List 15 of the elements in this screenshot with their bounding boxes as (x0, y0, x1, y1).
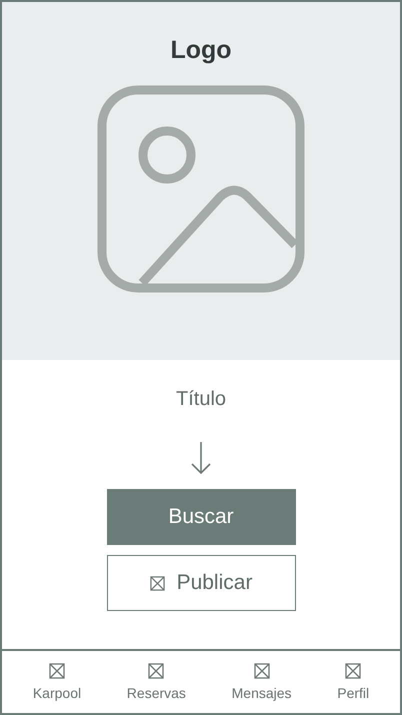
nav-tab[interactable]: Reservas (126, 663, 186, 701)
nav-tab[interactable]: Perfil (337, 663, 370, 701)
nav-tab[interactable]: Karpool (32, 663, 82, 701)
search-button[interactable]: Buscar (106, 489, 296, 545)
logo-text: Logo (170, 36, 232, 65)
publish-button[interactable]: Publicar (106, 555, 296, 611)
placeholder-icon (148, 663, 164, 679)
placeholder-icon (254, 663, 270, 679)
placeholder-icon (345, 663, 362, 679)
placeholder-icon (150, 576, 165, 590)
title-text: Título (176, 388, 226, 411)
down-arrow-icon (190, 441, 212, 475)
nav-tab[interactable]: Mensajes (232, 663, 292, 701)
image-placeholder-icon (97, 85, 305, 293)
placeholder-icon (48, 663, 65, 679)
